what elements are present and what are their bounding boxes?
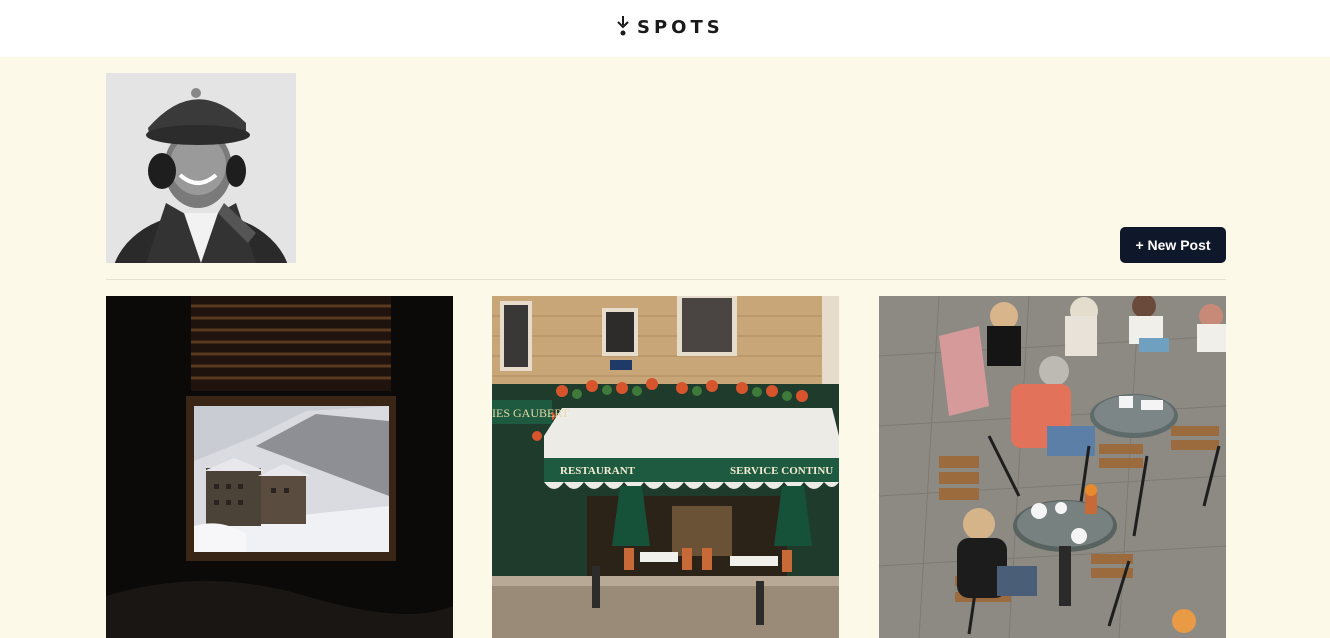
service-sign: SERVICE CONTINU xyxy=(730,465,833,477)
post-card-1[interactable] xyxy=(106,296,453,638)
post-card-2[interactable]: RESTAURANT SERVICE CONTINU IES GAUBERT xyxy=(492,296,839,638)
logo-text: SPOTS xyxy=(637,16,724,38)
outdoor-cafe-tables-photo xyxy=(879,296,1226,638)
section-divider xyxy=(106,279,1226,280)
window-snowy-mountain-photo xyxy=(106,296,453,638)
top-header: SPOTS xyxy=(0,0,1330,57)
shop-name-sign: IES GAUBERT xyxy=(492,406,570,420)
profile-photo xyxy=(106,73,296,263)
paris-restaurant-facade-photo: RESTAURANT SERVICE CONTINU IES GAUBERT xyxy=(492,296,839,638)
spots-logo[interactable]: SPOTS xyxy=(616,16,724,38)
fork-drop-icon xyxy=(617,16,629,36)
restaurant-sign: RESTAURANT xyxy=(560,465,636,477)
new-post-button[interactable]: + New Post xyxy=(1120,227,1226,263)
post-card-3[interactable] xyxy=(879,296,1226,638)
profile-avatar[interactable] xyxy=(106,73,296,263)
